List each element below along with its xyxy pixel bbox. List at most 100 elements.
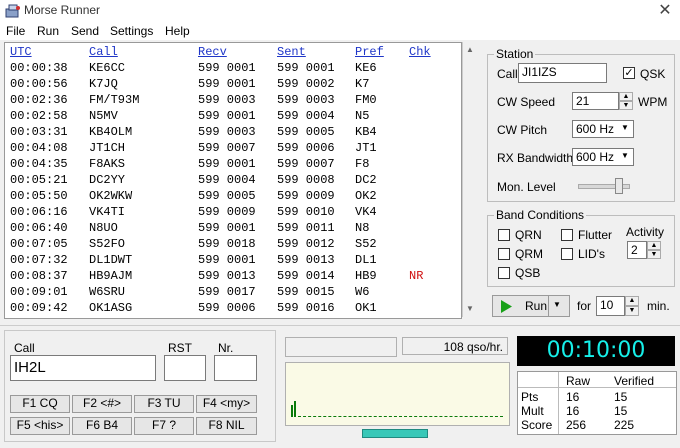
log-cell-sent: 599 0001 (277, 61, 335, 75)
cw-speed-up-icon[interactable]: ▲ (619, 92, 633, 101)
station-call-input[interactable]: JI1IZS (518, 63, 607, 83)
qsk-label: QSK (640, 67, 666, 81)
log-cell-utc: 00:08:37 (10, 269, 68, 283)
score-cell-raw: 16 (566, 404, 580, 418)
flutter-label: Flutter (578, 228, 613, 242)
run-button[interactable]: Run ▼ (492, 295, 570, 317)
menu-help[interactable]: Help (165, 24, 190, 38)
station-group-title: Station (494, 47, 536, 61)
log-scrollbar[interactable] (462, 42, 479, 317)
cw-pitch-select[interactable]: 600 Hz ▼ (572, 120, 634, 138)
mon-level-label: Mon. Level (497, 180, 556, 194)
log-cell-recv: 599 0013 (198, 269, 256, 283)
log-cell-call: FM/T93M (89, 93, 140, 107)
minutes-up-icon[interactable]: ▲ (625, 296, 639, 306)
qso-log-list[interactable]: UTC Call Recv Sent Pref Chk 00:00:38 KE6C… (4, 42, 462, 319)
col-header-utc[interactable]: UTC (10, 45, 32, 59)
col-header-call[interactable]: Call (89, 45, 118, 59)
entry-rst-input[interactable] (164, 355, 206, 381)
log-cell-utc: 00:06:16 (10, 205, 68, 219)
log-cell-pref: OK2 (355, 189, 377, 203)
rx-bandwidth-select[interactable]: 600 Hz ▼ (572, 148, 634, 166)
f3-tu-button[interactable]: F3 TU (134, 395, 194, 413)
log-cell-call: KB4OLM (89, 125, 133, 139)
log-cell-call: JT1CH (89, 141, 126, 155)
log-cell-call: K7JQ (89, 77, 118, 91)
lids-checkbox[interactable] (561, 248, 573, 260)
run-minutes-input[interactable]: 10 (596, 296, 625, 316)
log-cell-pref: OK1 (355, 301, 377, 315)
f6-b4-button[interactable]: F6 B4 (72, 417, 132, 435)
activity-label: Activity (626, 225, 665, 239)
scroll-up-icon[interactable]: ▲ (462, 42, 478, 58)
f4-my-call-button[interactable]: F4 <my> (196, 395, 257, 413)
score-cell-raw: 256 (566, 418, 587, 432)
f7-query-button[interactable]: F7 ? (134, 417, 194, 435)
score-cell-label: Pts (521, 390, 539, 404)
mon-level-slider-thumb[interactable] (615, 178, 623, 194)
log-cell-call: OK2WKW (89, 189, 133, 203)
minutes-down-icon[interactable]: ▼ (625, 306, 639, 316)
log-cell-call: W6SRU (89, 285, 126, 299)
f2-exchange-button[interactable]: F2 <#> (72, 395, 132, 413)
log-cell-utc: 00:00:38 (10, 61, 68, 75)
min-label: min. (647, 299, 670, 313)
f5-his-call-button[interactable]: F5 <his> (10, 417, 70, 435)
f8-nil-button[interactable]: F8 NIL (196, 417, 257, 435)
rate-graph-baseline (298, 416, 503, 417)
qrn-label: QRN (515, 228, 542, 242)
log-cell-recv: 599 0017 (198, 285, 256, 299)
log-cell-sent: 599 0015 (277, 285, 335, 299)
qso-rate-display: 108 qso/hr. (402, 337, 508, 355)
log-cell-recv: 599 0003 (198, 125, 256, 139)
cw-speed-down-icon[interactable]: ▼ (619, 101, 633, 110)
log-cell-pref: DL1 (355, 253, 377, 267)
log-cell-pref: VK4 (355, 205, 377, 219)
status-panel (285, 337, 397, 357)
f1-cq-button[interactable]: F1 CQ (10, 395, 70, 413)
qrn-checkbox[interactable] (498, 229, 510, 241)
log-cell-pref: KB4 (355, 125, 377, 139)
run-button-divider (548, 296, 549, 316)
log-cell-recv: 599 0006 (198, 301, 256, 315)
menu-run[interactable]: Run (37, 24, 59, 38)
app-icon (5, 4, 20, 18)
menu-send[interactable]: Send (71, 24, 99, 38)
run-button-label: Run (525, 299, 548, 313)
col-header-pref[interactable]: Pref (355, 45, 384, 59)
log-cell-call: KE6CC (89, 61, 126, 75)
activity-up-icon[interactable]: ▲ (647, 241, 661, 250)
qsk-checkbox[interactable]: ✓ (623, 67, 635, 79)
qrm-checkbox[interactable] (498, 248, 510, 260)
log-cell-recv: 599 0001 (198, 61, 256, 75)
entry-nr-input[interactable] (214, 355, 257, 381)
flutter-checkbox[interactable] (561, 229, 573, 241)
close-button[interactable]: ✕ (650, 0, 680, 22)
rx-bandwidth-value: 600 Hz (576, 150, 615, 164)
cw-speed-input[interactable]: 21 (572, 92, 619, 110)
qsb-label: QSB (515, 266, 541, 280)
for-label: for (577, 299, 592, 313)
log-cell-recv: 599 0004 (198, 173, 256, 187)
run-dropdown-icon[interactable]: ▼ (553, 300, 561, 309)
progress-track (285, 428, 508, 438)
activity-input[interactable]: 2 (627, 241, 647, 259)
rate-graph-bar (291, 405, 293, 417)
entry-call-input[interactable]: IH2L (10, 355, 156, 381)
col-header-sent[interactable]: Sent (277, 45, 306, 59)
menu-settings[interactable]: Settings (110, 24, 153, 38)
score-cell-label: Score (521, 418, 553, 432)
scroll-down-icon[interactable]: ▼ (462, 301, 478, 317)
log-cell-pref: KE6 (355, 61, 377, 75)
activity-down-icon[interactable]: ▼ (647, 250, 661, 259)
contest-clock: 00:10:00 (517, 336, 675, 366)
col-header-recv[interactable]: Recv (198, 45, 227, 59)
log-cell-utc: 00:09:42 (10, 301, 68, 315)
score-header-raw: Raw (566, 374, 591, 388)
log-cell-pref: F8 (355, 157, 370, 171)
qsb-checkbox[interactable] (498, 267, 510, 279)
col-header-chk[interactable]: Chk (409, 45, 431, 59)
menu-file[interactable]: File (6, 24, 25, 38)
close-icon: ✕ (658, 2, 672, 19)
log-cell-sent: 599 0004 (277, 109, 335, 123)
